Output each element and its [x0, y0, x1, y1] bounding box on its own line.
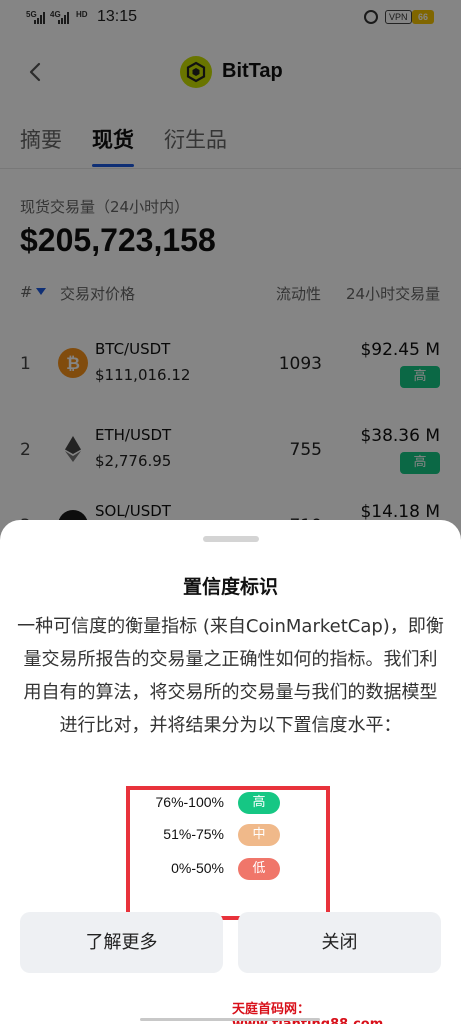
highlight-annotation-box — [126, 786, 330, 920]
sheet-drag-handle[interactable] — [203, 536, 259, 542]
close-button[interactable]: 关闭 — [238, 912, 441, 973]
learn-more-button[interactable]: 了解更多 — [20, 912, 223, 973]
sheet-description: 一种可信度的衡量指标 (来自CoinMarketCap)，即衡量交易所报告的交易… — [17, 616, 444, 736]
app-page: 5G 4G HD 13:15 VPN 66 BitTap 摘要 现货 衍生品 现… — [0, 0, 461, 1024]
sheet-title: 置信度标识 — [182, 576, 278, 598]
confidence-info-sheet: 置信度标识 一种可信度的衡量指标 (来自CoinMarketCap)，即衡量交易… — [0, 520, 461, 1024]
home-indicator[interactable] — [140, 1018, 320, 1021]
